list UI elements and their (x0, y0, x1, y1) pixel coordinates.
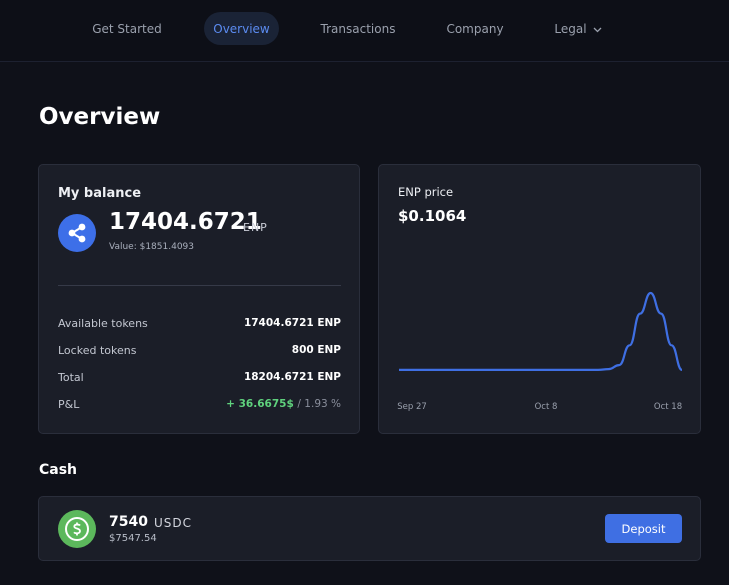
x-tick-label: Oct 18 (654, 402, 682, 412)
deposit-button[interactable]: Deposit (605, 514, 682, 543)
x-tick-label: Oct 8 (535, 402, 558, 412)
nav-overview-label: Overview (213, 21, 270, 36)
cash-card: 7540 USDC $7547.54 Deposit (38, 496, 701, 561)
nav-legal[interactable]: Legal (546, 12, 610, 45)
nav-company[interactable]: Company (436, 12, 514, 45)
price-card: ENP price $0.1064 Sep 27 Oct 8 Oct 18 (378, 164, 701, 434)
price-series-line (399, 291, 683, 371)
divider (58, 285, 341, 286)
total-label: Total (58, 371, 84, 384)
balance-unit: ENP (243, 221, 268, 234)
balance-amount: 17404.6721 (109, 209, 262, 235)
cash-section-title: Cash (39, 462, 78, 478)
top-navigation: Get Started Overview Transactions Compan… (0, 0, 729, 62)
nav-get-started[interactable]: Get Started (82, 12, 172, 45)
price-chart: Sep 27 Oct 8 Oct 18 (397, 291, 683, 412)
cash-amount: 7540 (109, 514, 148, 530)
pnl-value: + 36.6675$ / 1.93 % (226, 398, 341, 410)
share-icon (58, 214, 96, 252)
x-tick-label: Sep 27 (397, 402, 427, 412)
pnl-percent: / 1.93 % (297, 398, 341, 410)
nav-get-started-label: Get Started (92, 21, 162, 36)
available-tokens-label: Available tokens (58, 317, 148, 330)
total-row: Total 18204.6721 ENP (58, 371, 341, 387)
pnl-label: P&L (58, 398, 80, 411)
nav-company-label: Company (446, 21, 504, 36)
balance-heading: My balance (58, 186, 142, 201)
locked-tokens-row: Locked tokens 800 ENP (58, 344, 341, 360)
total-value: 18204.6721 ENP (243, 371, 341, 383)
cash-value: $7547.54 (109, 533, 157, 544)
nav-transactions-label: Transactions (320, 21, 396, 36)
cash-unit: USDC (154, 516, 193, 530)
pnl-amount: + 36.6675$ (226, 398, 294, 410)
page-title: Overview (39, 104, 161, 130)
nav-legal-label: Legal (554, 21, 587, 36)
available-tokens-row: Available tokens 17404.6721 ENP (58, 317, 341, 333)
balance-card: My balance 17404.6721 ENP Value: $1851.4… (38, 164, 360, 434)
pnl-row: P&L + 36.6675$ / 1.93 % (58, 398, 341, 414)
available-tokens-value: 17404.6721 ENP (243, 317, 341, 329)
nav-transactions[interactable]: Transactions (310, 12, 406, 45)
usdc-icon (58, 510, 96, 548)
chevron-down-icon (593, 22, 602, 36)
locked-tokens-label: Locked tokens (58, 344, 137, 357)
locked-tokens-value: 800 ENP (291, 344, 341, 356)
nav-overview[interactable]: Overview (204, 12, 279, 45)
balance-value: Value: $1851.4093 (109, 242, 195, 252)
